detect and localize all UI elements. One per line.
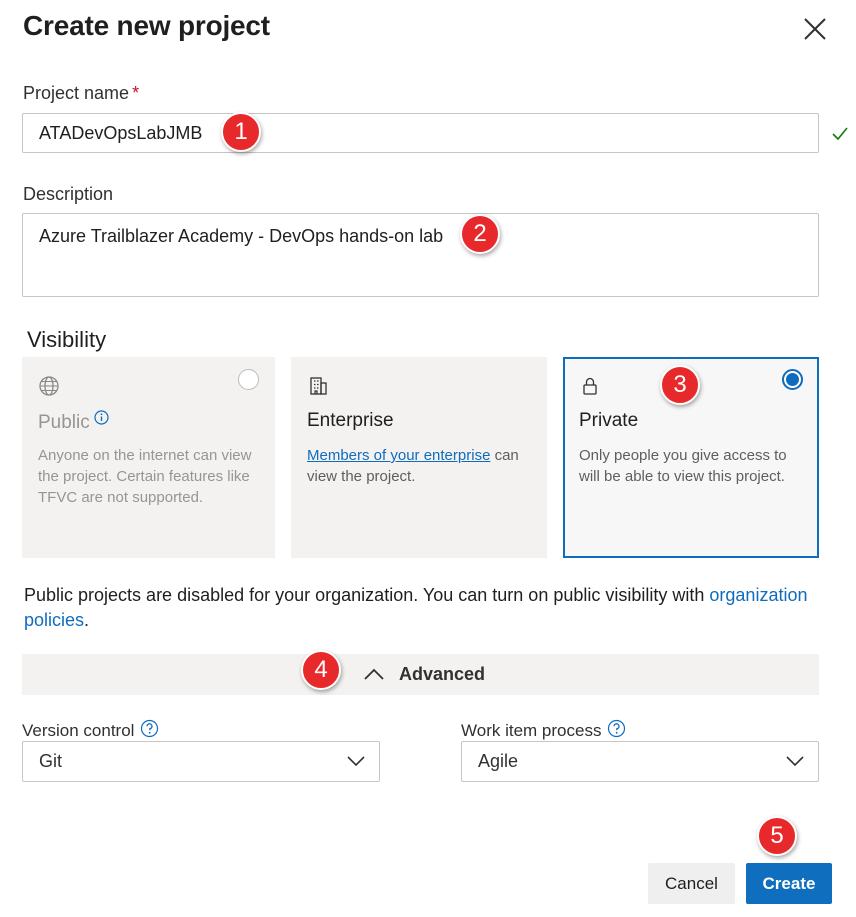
project-name-label: Project name * [23,83,140,103]
step-callout-2: 2 [460,214,500,254]
close-button[interactable] [800,14,830,44]
visibility-title-private: Private [579,410,639,431]
close-icon [804,18,826,40]
visibility-radio-private[interactable] [782,369,803,390]
description-input[interactable]: Azure Trailblazer Academy - DevOps hands… [22,213,819,297]
cancel-button[interactable]: Cancel [648,863,735,904]
work-item-process-value: Agile [478,751,519,771]
notice-text: Public projects are disabled for your or… [24,585,705,605]
visibility-radio-public[interactable] [238,369,259,390]
version-control-label: Version control [22,719,159,741]
info-icon[interactable] [94,410,109,425]
chevron-up-icon [364,668,384,680]
visibility-title-enterprise: Enterprise [307,410,394,431]
required-marker: * [132,83,140,103]
advanced-label: Advanced [399,664,486,684]
create-button[interactable]: Create [746,863,832,904]
dialog-title: Create new project [23,10,270,41]
work-item-process-label: Work item process [461,719,626,741]
version-control-select[interactable]: Git [22,741,380,782]
version-control-value: Git [39,751,63,771]
chevron-down-icon [347,756,365,767]
visibility-desc-private: Only people you give access to will be a… [579,447,787,485]
advanced-toggle[interactable]: Advanced [22,654,819,695]
globe-icon [39,376,59,396]
public-disabled-notice: Public projects are disabled for your or… [24,583,814,633]
building-icon [310,377,327,395]
visibility-label: Visibility [27,327,107,352]
description-label: Description [23,184,114,204]
checkmark-icon [832,127,848,141]
step-callout-4: 4 [301,650,341,690]
enterprise-members-link[interactable]: Members of your enterprise [307,447,490,464]
visibility-desc-public: Anyone on the internet can view the proj… [38,447,252,506]
lock-icon [583,377,597,395]
step-callout-1: 1 [221,112,261,152]
help-icon[interactable] [140,719,159,738]
notice-suffix: . [84,610,90,630]
project-name-input[interactable]: ATADevOpsLabJMB [22,113,819,153]
chevron-down-icon [786,756,804,767]
step-callout-3: 3 [660,365,700,405]
visibility-option-enterprise[interactable]: Enterprise Members of your enterprise ca… [291,357,547,558]
step-callout-5: 5 [757,816,797,856]
work-item-process-select[interactable]: Agile [461,741,819,782]
visibility-option-public[interactable]: Public Anyone on the internet can view t… [22,357,275,558]
help-icon[interactable] [607,719,626,738]
visibility-title-public: Public [38,412,90,433]
